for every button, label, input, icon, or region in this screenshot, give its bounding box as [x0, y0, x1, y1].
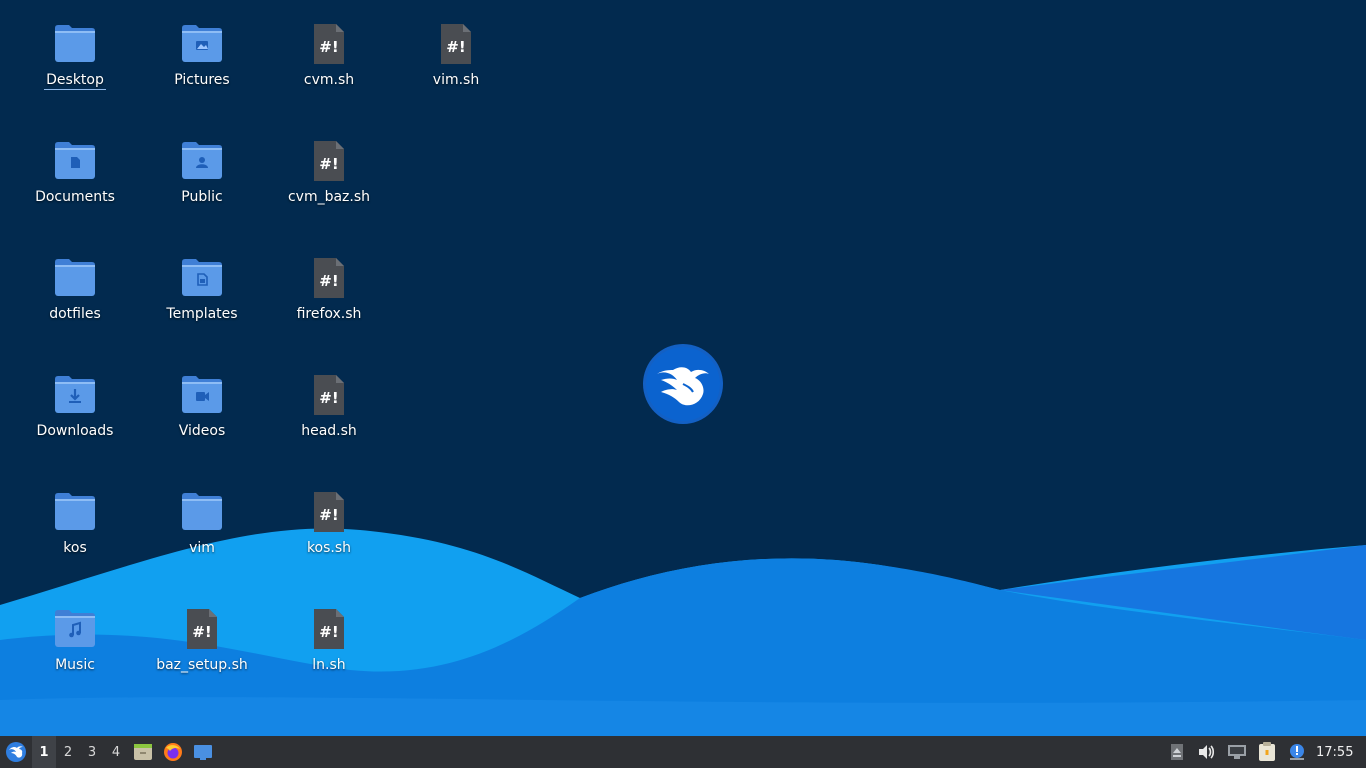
workspace-2[interactable]: 2: [56, 736, 80, 768]
svg-text:#!: #!: [446, 38, 465, 56]
taskbar: 1 2 3 4 17:55: [0, 736, 1366, 768]
shell-script-icon: #!: [314, 141, 344, 181]
desktop-item-label: Pictures: [174, 72, 230, 88]
download-folder-icon: [55, 376, 95, 413]
network-icon: [1228, 745, 1246, 759]
shell-script-icon: #!: [314, 609, 344, 649]
desktop-item-pictures[interactable]: Pictures: [147, 22, 257, 122]
desktop-item-label: dotfiles: [49, 306, 101, 322]
shell-script-icon: #!: [441, 24, 471, 64]
hummingbird-logo-icon: [643, 344, 723, 424]
desktop-item-label: vim: [189, 540, 215, 556]
volume-button[interactable]: [1192, 736, 1222, 768]
desktop-item-baz-setup-sh[interactable]: #! baz_setup.sh: [147, 607, 257, 707]
notification-icon: [1290, 744, 1304, 760]
workspace-1[interactable]: 1: [32, 736, 56, 768]
desktop-item-downloads[interactable]: Downloads: [20, 373, 130, 473]
desktop-item-label: Templates: [166, 306, 238, 322]
notification-button[interactable]: [1282, 736, 1312, 768]
desktop-item-videos[interactable]: Videos: [147, 373, 257, 473]
desktop-item-public[interactable]: Public: [147, 139, 257, 239]
document-folder-icon: [55, 142, 95, 179]
desktop-item-desktop[interactable]: Desktop: [20, 22, 130, 122]
show-desktop-launcher[interactable]: [188, 736, 218, 768]
clipboard-button[interactable]: [1252, 736, 1282, 768]
clock[interactable]: 17:55: [1312, 745, 1366, 760]
desktop-item-label: Downloads: [36, 423, 114, 439]
volume-icon: [1199, 745, 1215, 759]
music-folder-icon: [55, 610, 95, 647]
desktop-item-documents[interactable]: Documents: [20, 139, 130, 239]
workspace-3[interactable]: 3: [80, 736, 104, 768]
desktop-item-label: kos.sh: [306, 540, 352, 556]
hummingbird-start-icon: [6, 742, 26, 762]
desktop-item-kos-sh[interactable]: #! kos.sh: [274, 490, 384, 590]
desktop-item-label: Documents: [35, 189, 115, 205]
desktop-item-vim[interactable]: vim: [147, 490, 257, 590]
eject-icon: [1171, 744, 1183, 760]
desktop-item-label: Public: [181, 189, 223, 205]
shell-script-icon: #!: [187, 609, 217, 649]
desktop-item-templates[interactable]: Templates: [147, 256, 257, 356]
shell-script-icon: #!: [314, 492, 344, 532]
desktop-item-cvm-sh[interactable]: #! cvm.sh: [274, 22, 384, 122]
workspace-4[interactable]: 4: [104, 736, 128, 768]
desktop-item-label: cvm.sh: [303, 72, 355, 88]
shell-script-icon: #!: [314, 375, 344, 415]
desktop-item-label: ln.sh: [312, 657, 346, 673]
folder-icon: [55, 259, 95, 296]
svg-text:#!: #!: [319, 272, 338, 290]
desktop-item-label: head.sh: [301, 423, 357, 439]
folder-icon: [55, 493, 95, 530]
folder-icon: [55, 25, 95, 62]
clipboard-icon: [1259, 742, 1275, 761]
svg-text:#!: #!: [192, 623, 211, 641]
desktop-item-music[interactable]: Music: [20, 607, 130, 707]
shell-script-icon: #!: [314, 24, 344, 64]
desktop-item-ln-sh[interactable]: #! ln.sh: [274, 607, 384, 707]
show-desktop-icon: [194, 745, 212, 760]
svg-text:#!: #!: [319, 38, 338, 56]
file-manager-icon: [134, 744, 152, 760]
desktop-item-label: kos: [63, 540, 87, 556]
system-tray: 17:55: [1162, 736, 1366, 768]
network-button[interactable]: [1222, 736, 1252, 768]
desktop-item-label: Desktop: [44, 72, 106, 90]
svg-text:#!: #!: [319, 389, 338, 407]
file-manager-launcher[interactable]: [128, 736, 158, 768]
firefox-launcher[interactable]: [158, 736, 188, 768]
person-folder-icon: [182, 142, 222, 179]
shell-script-icon: #!: [314, 258, 344, 298]
video-folder-icon: [182, 376, 222, 413]
svg-text:#!: #!: [319, 155, 338, 173]
firefox-icon: [164, 743, 182, 761]
folder-icon: [182, 493, 222, 530]
desktop-item-label: Videos: [178, 423, 226, 439]
desktop-item-label: vim.sh: [432, 72, 480, 88]
desktop-item-label: Music: [55, 657, 95, 673]
desktop-item-firefox-sh[interactable]: #! firefox.sh: [274, 256, 384, 356]
desktop-item-kos[interactable]: kos: [20, 490, 130, 590]
desktop-item-label: firefox.sh: [296, 306, 362, 322]
desktop-item-head-sh[interactable]: #! head.sh: [274, 373, 384, 473]
image-folder-icon: [182, 25, 222, 62]
template-folder-icon: [182, 259, 222, 296]
desktop-item-dotfiles[interactable]: dotfiles: [20, 256, 130, 356]
desktop-item-label: baz_setup.sh: [156, 657, 248, 673]
desktop-item-label: cvm_baz.sh: [287, 189, 371, 205]
start-menu-button[interactable]: [0, 736, 32, 768]
desktop-item-vim-sh[interactable]: #! vim.sh: [401, 22, 511, 122]
desktop-item-cvm-baz-sh[interactable]: #! cvm_baz.sh: [274, 139, 384, 239]
eject-button[interactable]: [1162, 736, 1192, 768]
svg-text:#!: #!: [319, 623, 338, 641]
svg-text:#!: #!: [319, 506, 338, 524]
